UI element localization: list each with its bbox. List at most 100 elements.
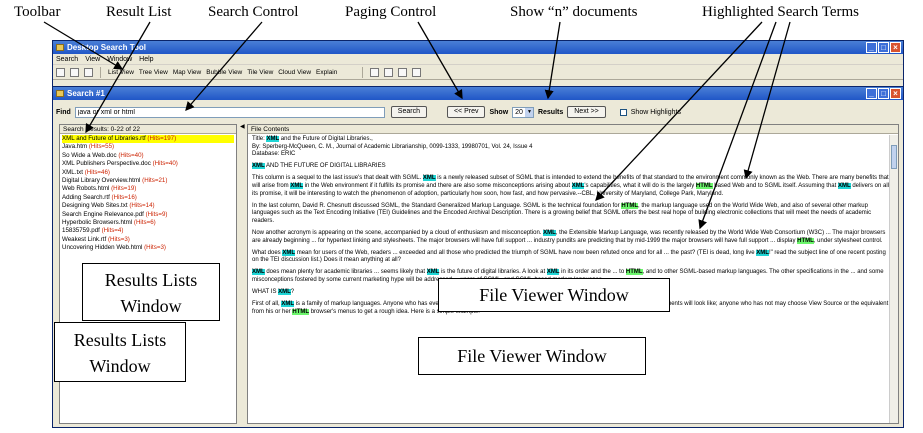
annotation-file-viewer-window: File Viewer Window [418, 337, 646, 375]
result-item[interactable]: 15835759.pdf (Hits=4) [62, 227, 234, 235]
text-run: Database: ERIC [252, 151, 296, 158]
search-window-title: Search #1 [67, 89, 105, 98]
minimize-button[interactable]: _ [866, 42, 877, 53]
document-metadata: Title: XML and the Future of Digital Lib… [252, 136, 894, 159]
result-name: So Wide a Web.doc [62, 151, 117, 159]
tile-horizontal-icon[interactable] [370, 67, 380, 77]
result-item[interactable]: Adding Search.rtf (Hits=16) [62, 194, 234, 202]
show-highlights-checkbox[interactable] [619, 108, 627, 116]
search-minimize-button[interactable]: _ [866, 88, 877, 99]
toolbar-separator [362, 66, 364, 78]
open-icon[interactable] [70, 67, 79, 77]
search-close-button[interactable]: × [890, 88, 901, 99]
show-count-value: 20 [515, 108, 523, 116]
splitter[interactable]: ◀ [240, 124, 245, 424]
callout-show-n-documents: Show “n” documents [510, 4, 638, 20]
result-item[interactable]: Designing Web Sites.txt (Hits=14) [62, 202, 234, 210]
document-paragraph: XML AND THE FUTURE OF DIGITAL LIBRARIES [252, 163, 894, 171]
tile-view-button[interactable]: Tile View [247, 69, 273, 76]
cascade-icon[interactable] [398, 67, 408, 77]
app-title: Desktop Search Tool [67, 43, 146, 52]
search-control: Find Search << Prev Show 20 ▼ Results Ne… [56, 103, 900, 121]
cloud-view-button[interactable]: Cloud View [278, 69, 311, 76]
highlighted-term: XML [422, 175, 436, 182]
results-list: XML and Future of Libraries.rtf (Hits=19… [60, 134, 236, 254]
result-name: Weakest Link.rtf [62, 235, 107, 243]
result-name: Search Engine Relevance.pdf [62, 210, 144, 218]
tree-view-button[interactable]: Tree View [139, 69, 168, 76]
result-item[interactable]: Java.htm (Hits=55) [62, 143, 234, 151]
explain-button[interactable]: Explain [316, 69, 337, 76]
highlighted-term: XML [571, 182, 585, 189]
annotation-line: Window [120, 296, 182, 316]
show-highlights-label: Show Highlights [630, 108, 681, 116]
highlighted-term: XML [252, 269, 265, 276]
menu-help[interactable]: Help [139, 54, 153, 64]
highlighted-term: XML [290, 182, 304, 189]
close-button[interactable]: × [890, 42, 901, 53]
text-run: First of all, [252, 301, 282, 308]
annotation-line: Window [89, 356, 151, 376]
collapse-arrow-icon[interactable]: ◀ [240, 124, 245, 130]
show-label: Show [489, 108, 509, 116]
result-item[interactable]: Hyperbolic Browsers.html (Hits=6) [62, 219, 234, 227]
result-hits: (Hits=55) [88, 143, 115, 151]
result-item[interactable]: So Wide a Web.doc (Hits=40) [62, 152, 234, 160]
result-item[interactable]: Search Engine Relevance.pdf (Hits=9) [62, 211, 234, 219]
scrollbar-thumb[interactable] [891, 145, 897, 169]
next-button[interactable]: Next >> [567, 106, 606, 118]
tile-vertical-icon[interactable] [384, 67, 394, 77]
search-button[interactable]: Search [390, 106, 427, 118]
map-view-button[interactable]: Map View [173, 69, 201, 76]
bubble-view-button[interactable]: Bubble View [206, 69, 242, 76]
annotation-line: Results Lists [104, 270, 198, 290]
text-run: and the Future of Digital Libraries., [279, 136, 373, 142]
text-run: AND THE FUTURE OF DIGITAL LIBRARIES [264, 163, 386, 170]
highlighted-term: XML [837, 182, 851, 189]
callout-result-list: Result List [106, 4, 172, 20]
text-run: 's capabilities, what it will do is the … [584, 182, 696, 189]
highlighted-term: HTML [621, 202, 638, 209]
text-run: Now another acronym is appearing on the … [252, 229, 544, 236]
result-item[interactable]: Uncovering Hidden Web.html (Hits=3) [62, 244, 234, 252]
result-hits: (Hits=3) [107, 235, 130, 243]
annotation-file-viewer-window: File Viewer Window [438, 278, 670, 312]
highlighted-term: HTML [292, 308, 310, 315]
highlighted-term: HTML [625, 269, 643, 276]
list-view-button[interactable]: List View [108, 69, 134, 76]
new-search-icon[interactable] [56, 67, 65, 77]
search-maximize-button[interactable]: □ [878, 88, 889, 99]
result-item[interactable]: Web Robots.html (Hits=19) [62, 185, 234, 193]
text-run: By: Sperberg-McQueen, C. M., Journal of … [252, 143, 533, 150]
file-contents-header: File Contents [248, 125, 898, 134]
menu-window[interactable]: Window [107, 54, 132, 64]
text-run: What does [252, 249, 283, 256]
result-name: Designing Web Sites.txt [62, 202, 128, 210]
maximize-button[interactable]: □ [878, 42, 889, 53]
window-list-icon[interactable] [412, 67, 422, 77]
menu-search[interactable]: Search [56, 54, 78, 64]
show-count-select[interactable]: 20 ▼ [512, 106, 534, 118]
result-hits: (Hits=197) [147, 135, 177, 142]
result-hits: (Hits=16) [111, 193, 137, 201]
highlighted-term: XML [278, 289, 291, 295]
result-name: XML and Future of Libraries.rtf [62, 135, 146, 142]
result-item[interactable]: Weakest Link.rtf (Hits=3) [62, 236, 234, 244]
search-input[interactable] [74, 106, 385, 118]
result-item[interactable]: Digital Library Overview.html (Hits=21) [62, 177, 234, 185]
save-icon[interactable] [84, 67, 93, 77]
result-item[interactable]: XML.txt (Hits=46) [62, 169, 234, 177]
text-run: WHAT IS [252, 289, 279, 295]
text-run: does mean plenty for academic libraries … [264, 269, 427, 276]
prev-button[interactable]: << Prev [446, 106, 486, 118]
text-run: In the last column, David R. Chesnutt di… [252, 202, 622, 209]
result-hits: (Hits=40) [152, 160, 178, 168]
result-item[interactable]: XML and Future of Libraries.rtf (Hits=19… [62, 135, 234, 144]
highlighted-term: XML [252, 163, 265, 170]
vertical-scrollbar[interactable] [889, 135, 898, 423]
annotation-line: Results Lists [73, 330, 167, 350]
result-item[interactable]: XML Publishers Perspective.doc (Hits=40) [62, 160, 234, 168]
menu-view[interactable]: View [85, 54, 100, 64]
file-viewer-panel: File Contents Title: XML and the Future … [247, 124, 899, 424]
highlighted-term: HTML [797, 237, 814, 244]
